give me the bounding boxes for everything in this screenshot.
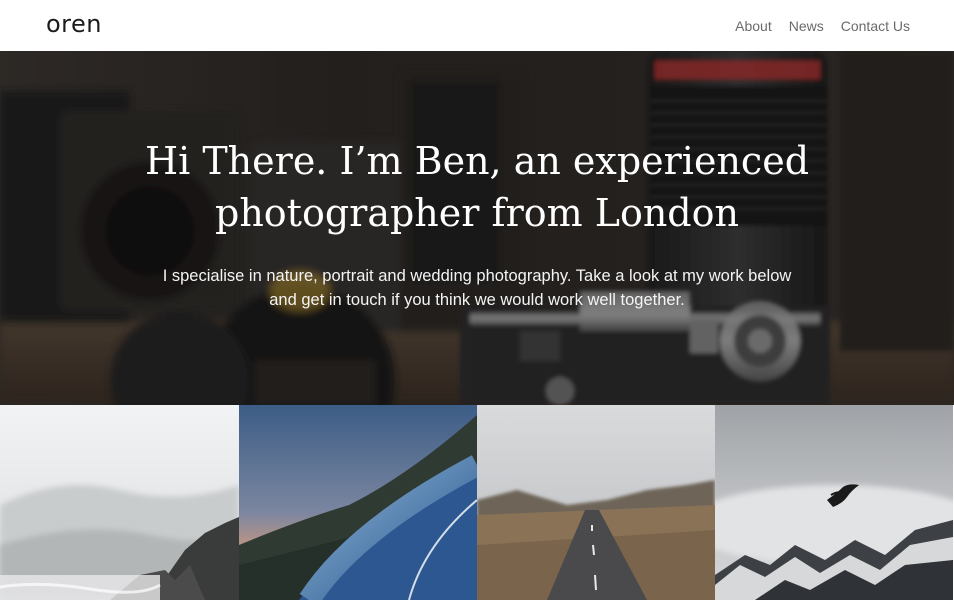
nav-link-about[interactable]: About — [735, 18, 772, 34]
highland-road-photo — [477, 405, 715, 600]
site-logo[interactable]: oren — [46, 10, 102, 38]
bird-over-snowy-mountains-photo — [715, 405, 953, 600]
nav-link-contact[interactable]: Contact Us — [841, 18, 910, 34]
gallery-tile-highland-road[interactable] — [477, 405, 715, 600]
gallery-tile-mountain-road[interactable] — [239, 405, 477, 600]
hero-title: Hi There. I’m Ben, an experienced photog… — [144, 139, 810, 235]
gallery-tile-misty-coast[interactable] — [0, 405, 239, 600]
mountain-road-guardrail-photo — [239, 405, 477, 600]
site-header: oren About News Contact Us — [0, 0, 954, 51]
photo-gallery — [0, 405, 954, 600]
gallery-tile-bird-mountains[interactable] — [715, 405, 953, 600]
main-nav: About News Contact Us — [735, 18, 910, 34]
hero-section: Hi There. I’m Ben, an experienced photog… — [0, 51, 954, 405]
misty-coast-photo — [0, 405, 239, 600]
nav-link-news[interactable]: News — [789, 18, 824, 34]
hero-subtitle: I specialise in nature, portrait and wed… — [162, 267, 792, 309]
